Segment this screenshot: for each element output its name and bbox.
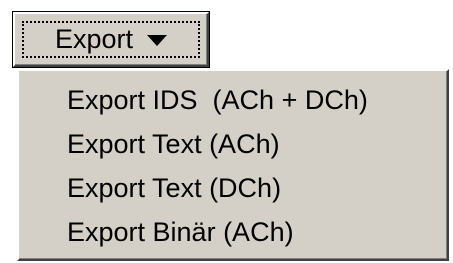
export-button[interactable]: Export [13,12,209,67]
menu-item-export-ids[interactable]: Export IDS (ACh + DCh) [19,78,447,122]
export-button-label: Export [54,24,134,54]
export-widget: Export Export IDS (ACh + DCh) Export Tex… [0,0,453,263]
menu-item-export-text-ach[interactable]: Export Text (ACh) [19,122,447,166]
focus-ring: Export [22,21,200,58]
menu-item-export-binaer-ach[interactable]: Export Binär (ACh) [19,210,447,254]
export-dropdown-menu: Export IDS (ACh + DCh) Export Text (ACh)… [17,69,449,261]
chevron-down-icon [147,35,168,46]
menu-item-export-text-dch[interactable]: Export Text (DCh) [19,166,447,210]
